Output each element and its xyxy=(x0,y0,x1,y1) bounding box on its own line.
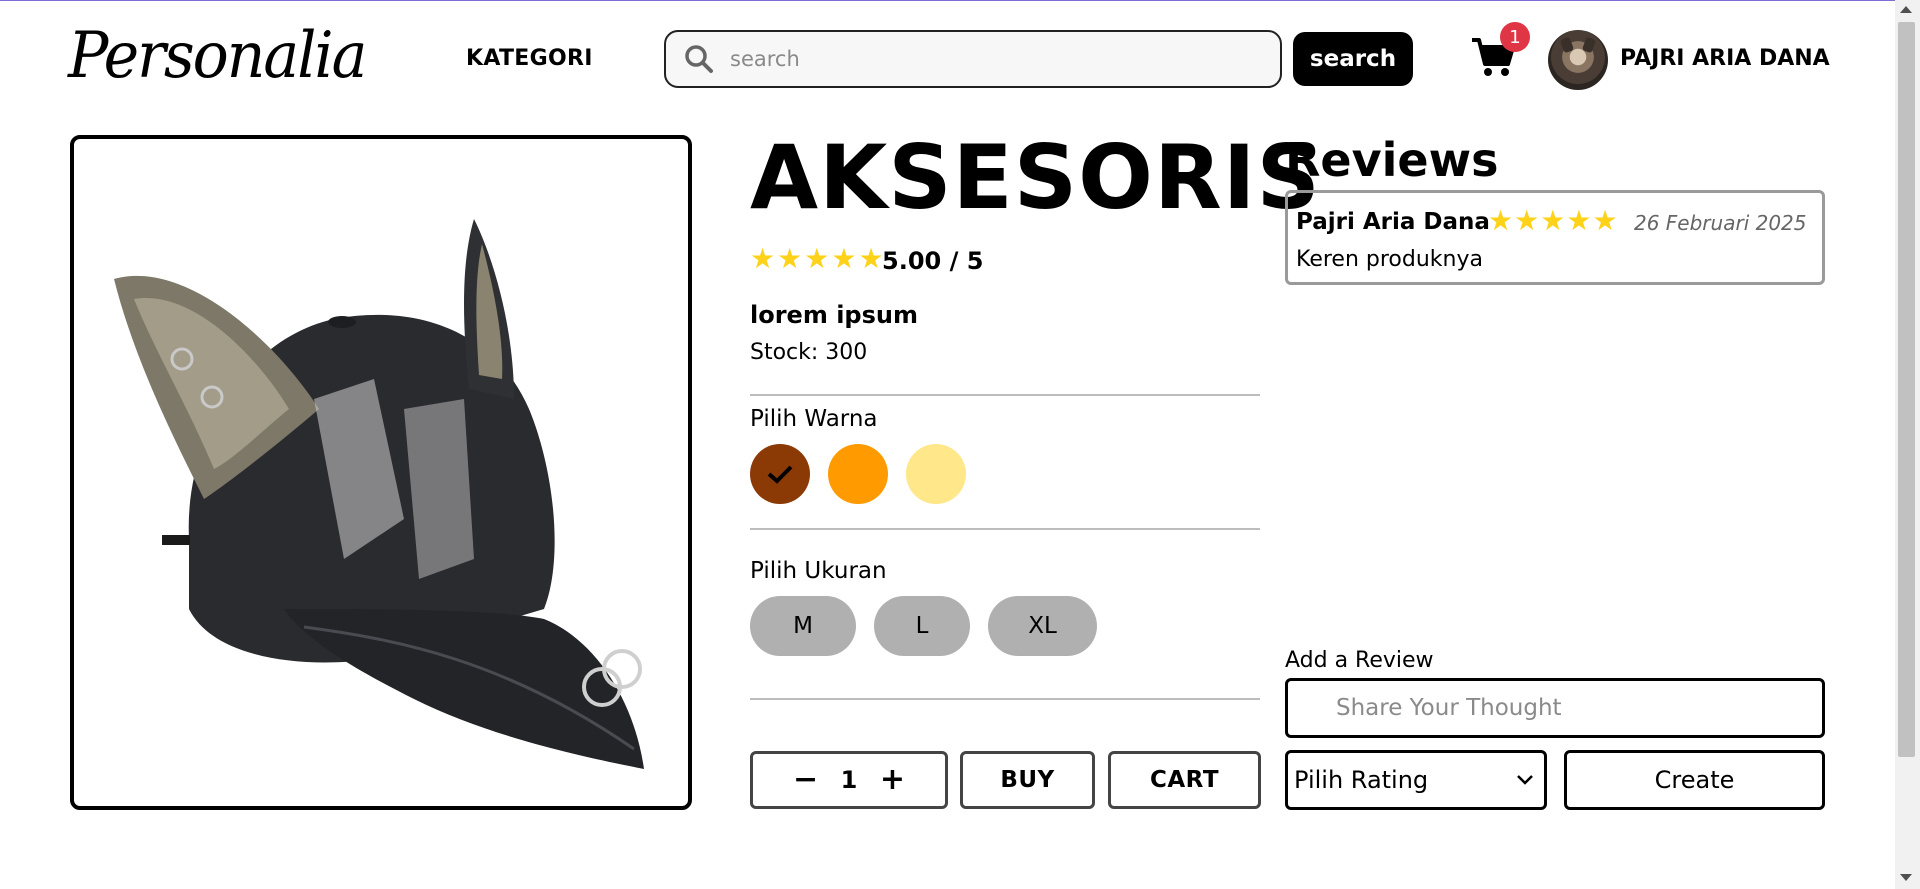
star-icon: ★ xyxy=(1592,204,1618,237)
color-swatch-yellow[interactable] xyxy=(906,444,966,504)
review-text: Keren produknya xyxy=(1296,247,1483,272)
top-border xyxy=(0,0,1920,1)
review-stars: ★ ★ ★ ★ ★ xyxy=(1488,206,1618,236)
size-option-l[interactable]: L xyxy=(874,596,970,656)
size-label: Pilih Ukuran xyxy=(750,558,887,584)
star-icon: ★ xyxy=(1540,204,1566,237)
divider xyxy=(750,394,1260,396)
add-review-label: Add a Review xyxy=(1285,648,1434,673)
create-review-button[interactable]: Create xyxy=(1564,750,1825,810)
avatar[interactable] xyxy=(1548,30,1608,90)
cart-count-badge: 1 xyxy=(1500,22,1530,52)
review-date: 26 Februari 2025 xyxy=(1634,211,1807,235)
divider xyxy=(750,528,1260,530)
star-icon: ★ xyxy=(1566,204,1592,237)
search-input[interactable] xyxy=(730,47,1250,71)
scrollbar-thumb[interactable] xyxy=(1898,22,1915,757)
star-icon: ★ xyxy=(804,242,830,275)
page-title: AKSESORIS xyxy=(750,126,1321,229)
size-option-xl[interactable]: XL xyxy=(988,596,1097,656)
check-icon xyxy=(767,465,793,484)
reviews-heading: Reviews xyxy=(1285,133,1499,187)
scroll-down-icon[interactable] xyxy=(1900,874,1912,881)
star-icon: ★ xyxy=(1514,204,1540,237)
product-name: lorem ipsum xyxy=(750,301,918,329)
product-rating-stars: ★ ★ ★ ★ ★ xyxy=(750,244,884,274)
star-icon: ★ xyxy=(1488,204,1514,237)
buy-button[interactable]: BUY xyxy=(960,751,1095,809)
rating-value: 5.00 / 5 xyxy=(882,247,984,275)
color-label: Pilih Warna xyxy=(750,406,878,432)
star-icon: ★ xyxy=(750,242,776,275)
stock-text: Stock: 300 xyxy=(750,340,868,365)
star-icon: ★ xyxy=(858,242,884,275)
color-swatch-brown[interactable] xyxy=(750,444,810,504)
quantity-value: 1 xyxy=(840,766,858,794)
divider xyxy=(750,698,1260,700)
denim-cap-icon xyxy=(114,219,644,769)
color-swatch-orange[interactable] xyxy=(828,444,888,504)
rating-select[interactable]: Pilih Rating xyxy=(1285,750,1547,810)
add-to-cart-button[interactable]: CART xyxy=(1108,751,1261,809)
review-card: Pajri Aria Dana ★ ★ ★ ★ ★ 26 Februari 20… xyxy=(1285,190,1825,285)
reviewer-name: Pajri Aria Dana xyxy=(1296,209,1490,235)
kategori-menu[interactable]: KATEGORI xyxy=(466,44,593,74)
scroll-up-icon[interactable] xyxy=(1900,6,1912,13)
search-button[interactable]: search xyxy=(1293,32,1413,86)
star-icon: ★ xyxy=(777,242,803,275)
review-input[interactable] xyxy=(1285,678,1825,738)
product-image xyxy=(70,135,692,810)
chevron-down-icon xyxy=(1517,775,1533,785)
plus-button[interactable]: + xyxy=(880,765,905,795)
minus-button[interactable]: − xyxy=(793,765,818,795)
star-icon: ★ xyxy=(831,242,857,275)
search-icon xyxy=(685,45,713,73)
search-bar[interactable] xyxy=(664,30,1282,88)
site-logo[interactable]: Personalia xyxy=(68,11,367,100)
username[interactable]: PAJRI ARIA DANA xyxy=(1620,44,1830,74)
size-option-m[interactable]: M xyxy=(750,596,856,656)
rating-select-value: Pilih Rating xyxy=(1294,766,1429,794)
quantity-stepper: − 1 + xyxy=(750,751,948,809)
